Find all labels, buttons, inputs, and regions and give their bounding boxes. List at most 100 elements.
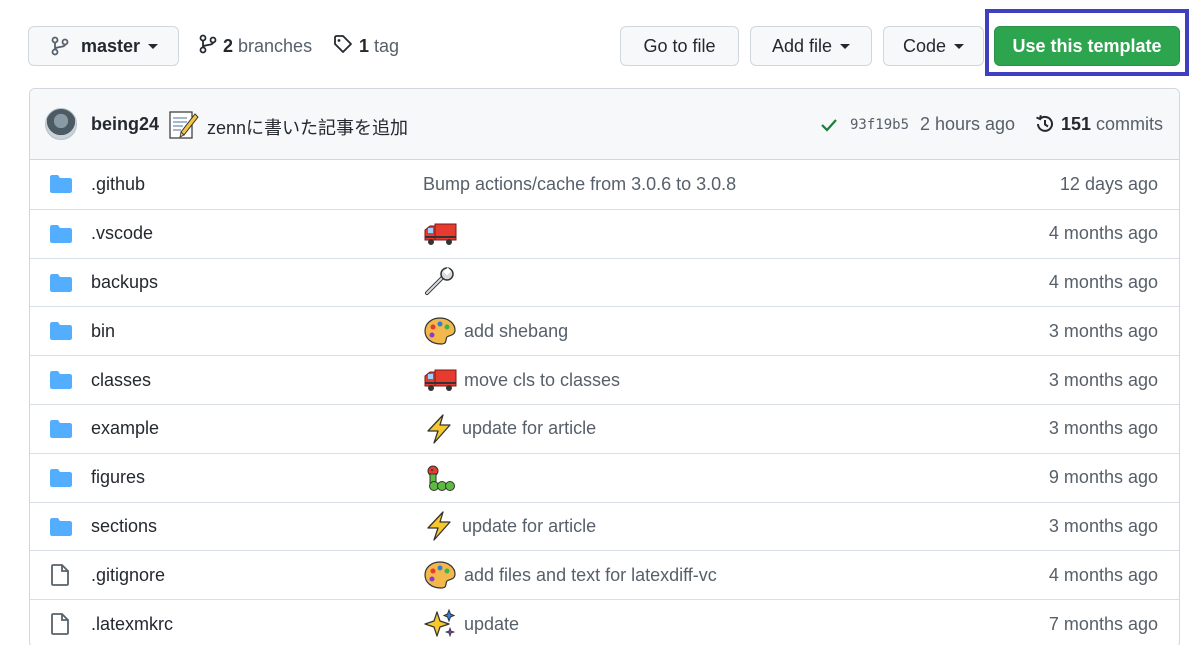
truck-icon (423, 367, 457, 393)
branch-select-button[interactable]: master (28, 26, 179, 66)
commit-message-text: move cls to classes (464, 369, 621, 390)
wrench-icon (423, 267, 457, 297)
commit-age: 9 months ago (1048, 467, 1158, 488)
history-icon (1034, 113, 1056, 140)
commit-message-link[interactable]: move cls to classes (423, 367, 620, 393)
file-name-link[interactable]: backups (91, 272, 158, 293)
commit-message-text: update for article (462, 418, 597, 439)
commit-age: 3 months ago (1048, 320, 1158, 341)
file-name-link[interactable]: figures (91, 467, 145, 488)
commit-message-text: add shebang (464, 320, 569, 341)
palette-icon (423, 316, 457, 346)
file-name-link[interactable]: classes (91, 370, 151, 391)
folder-icon (50, 371, 72, 394)
file-name-link[interactable]: .latexmkrc (91, 614, 173, 635)
truck-icon (423, 221, 457, 247)
commit-message-link[interactable]: add shebang (423, 316, 568, 346)
commit-age: 7 months ago (1048, 613, 1158, 634)
check-icon[interactable] (820, 116, 838, 139)
commit-age: 3 months ago (1048, 369, 1158, 390)
commit-age: 4 months ago (1048, 564, 1158, 585)
folder-icon (50, 468, 72, 492)
code-button[interactable]: Code (883, 26, 984, 66)
commit-author[interactable]: being24 (91, 114, 159, 135)
file-list: being24 zennに書いた記事を追加 93f19b5 2 hours ag… (29, 88, 1180, 645)
caterpillar-icon (423, 463, 457, 493)
commit-age: 12 days ago (1059, 173, 1158, 194)
zap-icon (423, 510, 455, 542)
file-name-link[interactable]: .vscode (91, 223, 153, 244)
commit-message-link[interactable]: add files and text for latexdiff-vc (423, 560, 717, 590)
file-row[interactable]: figures 9 months ago (30, 452, 1179, 502)
chevron-down-icon (954, 43, 965, 49)
file-row[interactable]: .vscode 4 months ago (30, 208, 1179, 258)
sparkles-icon (423, 608, 457, 640)
commit-message-link[interactable]: Bump actions/cache from 3.0.6 to 3.0.8 (423, 174, 736, 195)
folder-icon (50, 273, 72, 297)
tags-link[interactable]: 1 tag (333, 34, 399, 59)
file-name-link[interactable]: .gitignore (91, 565, 165, 586)
file-row[interactable]: .latexmkrc update 7 months ago (30, 599, 1179, 645)
commit-message-link[interactable] (423, 221, 464, 247)
commit-message-text: add files and text for latexdiff-vc (464, 564, 717, 585)
file-icon (50, 613, 70, 640)
commit-message-text: update (464, 613, 520, 634)
commit-age: 3 months ago (1048, 418, 1158, 439)
add-file-label: Add file (771, 35, 833, 56)
commit-age: 4 months ago (1048, 271, 1158, 292)
folder-icon (50, 322, 72, 345)
tags-count: 1 (359, 36, 370, 56)
use-template-label: Use this template (1012, 35, 1162, 56)
commit-message-link[interactable]: update for article (423, 510, 596, 542)
folder-icon (50, 224, 72, 248)
latest-commit-bar: being24 zennに書いた記事を追加 93f19b5 2 hours ag… (30, 89, 1179, 160)
palette-icon (423, 560, 457, 590)
commits-link[interactable]: 151 commits (1061, 114, 1163, 135)
file-name-link[interactable]: sections (91, 516, 157, 537)
commits-label: commits (1096, 114, 1164, 134)
commit-message-text: Bump actions/cache from 3.0.6 to 3.0.8 (423, 173, 737, 194)
add-file-button[interactable]: Add file (750, 26, 872, 66)
file-row[interactable]: .github Bump actions/cache from 3.0.6 to … (30, 160, 1179, 209)
file-name-link[interactable]: example (91, 418, 159, 439)
repo-toolbar: master 2 branches 1 tag Go to file Add f… (0, 0, 1200, 88)
folder-icon (50, 419, 72, 443)
git-branch-icon (51, 36, 69, 56)
file-row[interactable]: classes move cls to classes 3 months ago (30, 355, 1179, 404)
avatar[interactable] (45, 108, 77, 140)
file-row[interactable]: example update for article 3 months ago (30, 403, 1179, 453)
file-row[interactable]: bin add shebang 3 months ago (30, 306, 1179, 355)
commit-message-link[interactable]: update for article (423, 413, 596, 445)
commit-message[interactable]: zennに書いた記事を追加 (207, 114, 408, 140)
commit-message-link[interactable] (423, 463, 464, 493)
file-icon (50, 564, 70, 591)
file-name-link[interactable]: bin (91, 321, 115, 342)
branches-link[interactable]: 2 branches (199, 34, 312, 59)
branches-count: 2 (223, 36, 234, 56)
commit-sha[interactable]: 93f19b5 (850, 117, 909, 133)
folder-icon (50, 517, 72, 541)
branches-label: branches (238, 36, 313, 56)
commit-message-text: update for article (462, 515, 597, 536)
file-row[interactable]: sections update for article 3 months ago (30, 501, 1179, 551)
folder-icon (50, 175, 72, 198)
use-this-template-button[interactable]: Use this template (994, 26, 1180, 66)
code-label: Code (902, 35, 947, 56)
memo-icon (167, 108, 199, 145)
file-rows: .github Bump actions/cache from 3.0.6 to … (30, 160, 1179, 645)
go-to-file-button[interactable]: Go to file (620, 26, 739, 66)
commit-message-link[interactable]: update (423, 608, 519, 640)
tags-label: tag (374, 36, 400, 56)
file-name-link[interactable]: .github (91, 174, 145, 195)
git-branch-icon (199, 34, 217, 59)
commit-message-link[interactable] (423, 267, 464, 297)
commit-time: 2 hours ago (920, 114, 1016, 134)
zap-icon (423, 413, 455, 445)
chevron-down-icon (148, 43, 159, 49)
file-row[interactable]: backups 4 months ago (30, 257, 1179, 307)
go-to-file-label: Go to file (643, 35, 716, 56)
chevron-down-icon (840, 43, 851, 49)
commits-count: 151 (1061, 114, 1092, 134)
tag-icon (333, 34, 353, 59)
file-row[interactable]: .gitignore add files and text for latexdi… (30, 550, 1179, 599)
